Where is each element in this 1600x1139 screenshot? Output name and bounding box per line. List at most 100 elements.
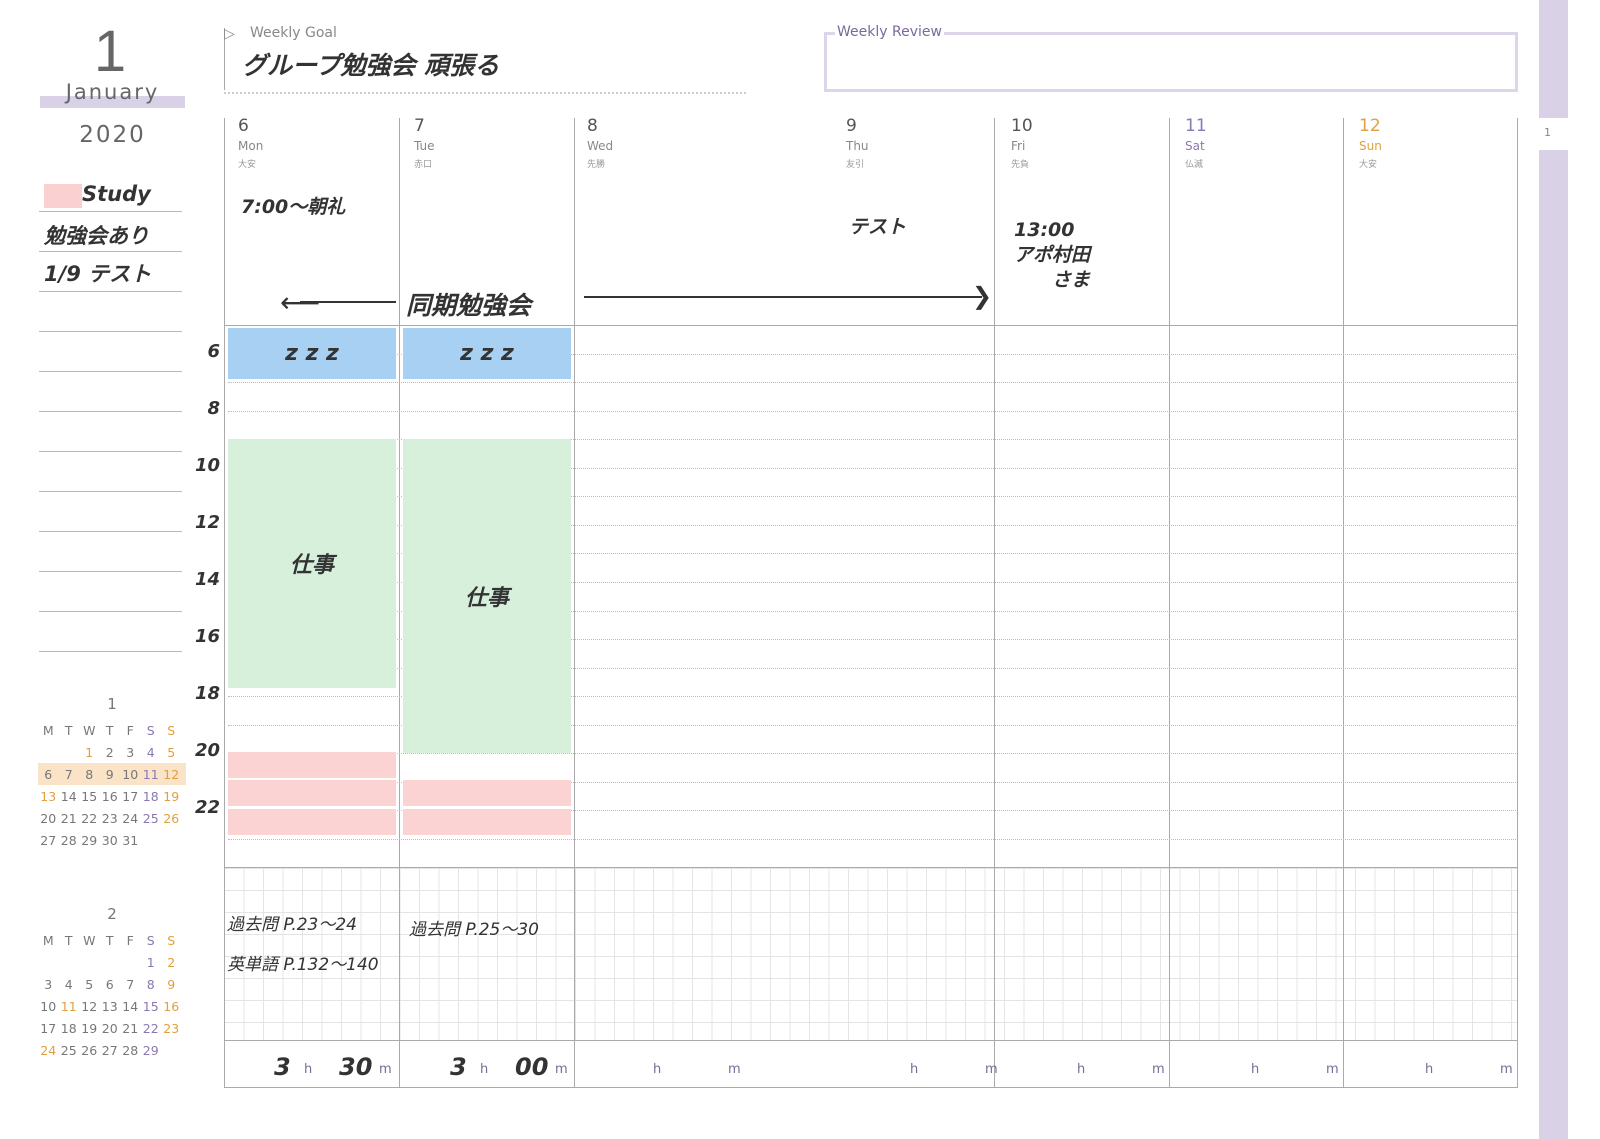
mini-day[interactable]: 23	[161, 1021, 182, 1036]
mini-day[interactable]: 3	[120, 745, 141, 760]
weekly-review-box[interactable]	[824, 32, 1518, 92]
mini-day[interactable]: 14	[120, 999, 141, 1014]
mini-day[interactable]: 5	[79, 977, 100, 992]
week-row[interactable]: 12	[38, 951, 186, 973]
mini-day[interactable]: 23	[100, 811, 121, 826]
mini-day[interactable]: 19	[161, 789, 182, 804]
mini-day[interactable]: 24	[38, 1043, 59, 1058]
mini-day[interactable]: 17	[120, 789, 141, 804]
mini-day[interactable]: 14	[59, 789, 80, 804]
week-row[interactable]: 20 21 22 23 24 25 26	[38, 807, 186, 829]
time-block[interactable]	[228, 808, 396, 835]
mini-day[interactable]: 25	[141, 811, 162, 826]
mini-day[interactable]: 6	[100, 977, 121, 992]
mini-day[interactable]: 7	[120, 977, 141, 992]
mini-day[interactable]: 27	[38, 833, 59, 848]
mini-day[interactable]: 11	[141, 767, 162, 782]
day-header[interactable]: 12 Sun 大安	[1359, 116, 1382, 170]
time-block[interactable]: z z z	[403, 327, 571, 380]
study-minutes[interactable]: 00	[515, 1053, 548, 1081]
mini-day[interactable]: 7	[59, 767, 80, 782]
mini-day[interactable]: 4	[141, 745, 162, 760]
day-header[interactable]: 10 Fri 先負	[1011, 116, 1033, 170]
time-block[interactable]: 仕事	[403, 439, 571, 754]
mini-day[interactable]: 1	[79, 745, 100, 760]
mini-day[interactable]: 10	[38, 999, 59, 1014]
mini-day[interactable]: 16	[161, 999, 182, 1014]
mini-day[interactable]: 28	[120, 1043, 141, 1058]
index-tab[interactable]	[1539, 0, 1568, 118]
week-row[interactable]: 3456789	[38, 973, 186, 995]
time-block[interactable]	[403, 780, 571, 807]
mini-day[interactable]: 9	[161, 977, 182, 992]
span-event[interactable]: 同期勉強会	[406, 286, 531, 322]
day-note[interactable]: 7:00〜朝礼	[241, 195, 345, 220]
weekly-goal-text[interactable]: グループ勉強会 頑張る	[242, 46, 499, 82]
study-note[interactable]: 過去問 P.25〜30	[409, 915, 539, 940]
day-header[interactable]: 6 Mon 大安	[238, 116, 263, 170]
day-header[interactable]: 8 Wed 先勝	[587, 116, 613, 170]
week-row[interactable]: 6 7 8 9 10 11 12	[38, 763, 186, 785]
time-block[interactable]: z z z	[228, 327, 396, 380]
study-note[interactable]: 英単語 P.132〜140	[227, 950, 379, 975]
mini-day[interactable]: 2	[100, 745, 121, 760]
mini-day[interactable]: 29	[141, 1043, 162, 1058]
mini-day[interactable]: 28	[59, 833, 80, 848]
week-row[interactable]: 13 14 15 16 17 18 19	[38, 785, 186, 807]
mini-day[interactable]: 26	[79, 1043, 100, 1058]
mini-day[interactable]: 9	[100, 767, 121, 782]
mini-day[interactable]: 30	[100, 833, 121, 848]
mini-day[interactable]: 12	[79, 999, 100, 1014]
day-header[interactable]: 7 Tue 赤口	[414, 116, 435, 170]
page-tab-number[interactable]: 1	[1544, 126, 1551, 139]
day-note[interactable]: テスト	[849, 215, 906, 240]
week-row[interactable]: 10 11 12 13 14 15 16	[38, 995, 186, 1017]
mini-day[interactable]: 10	[120, 767, 141, 782]
mini-day[interactable]: 18	[59, 1021, 80, 1036]
week-row[interactable]: 17 18 19 20 21 22 23	[38, 1017, 186, 1039]
time-block[interactable]	[228, 780, 396, 807]
week-row[interactable]: 12345	[38, 741, 186, 763]
mini-day[interactable]: 24	[120, 811, 141, 826]
time-block[interactable]	[228, 751, 396, 778]
study-hours[interactable]: 3	[274, 1053, 291, 1081]
mini-day[interactable]: 12	[161, 767, 182, 782]
time-block[interactable]	[403, 808, 571, 835]
study-hours[interactable]: 3	[450, 1053, 467, 1081]
mini-day[interactable]: 4	[59, 977, 80, 992]
week-row[interactable]: 24 25 26 27 28 29	[38, 1039, 186, 1061]
mini-day[interactable]: 17	[38, 1021, 59, 1036]
mini-day[interactable]: 21	[120, 1021, 141, 1036]
mini-day[interactable]: 8	[141, 977, 162, 992]
study-minutes[interactable]: 30	[339, 1053, 372, 1081]
mini-day[interactable]: 1	[141, 955, 162, 970]
memo-item[interactable]: 勉強会あり	[44, 220, 149, 250]
day-header[interactable]: 11 Sat 仏滅	[1185, 116, 1207, 170]
day-header[interactable]: 9 Thu 友引	[846, 116, 869, 170]
mini-day[interactable]: 20	[100, 1021, 121, 1036]
mini-day[interactable]: 13	[38, 789, 59, 804]
mini-day[interactable]: 11	[59, 999, 80, 1014]
mini-day[interactable]: 27	[100, 1043, 121, 1058]
index-tab[interactable]	[1539, 150, 1568, 1139]
memo-item[interactable]: 1/9 テスト	[44, 258, 151, 288]
mini-day[interactable]: 3	[38, 977, 59, 992]
mini-day[interactable]: 31	[120, 833, 141, 848]
mini-day[interactable]: 22	[79, 811, 100, 826]
mini-day[interactable]: 13	[100, 999, 121, 1014]
memo-item[interactable]: Study	[82, 182, 151, 206]
mini-day[interactable]: 26	[161, 811, 182, 826]
mini-day[interactable]: 5	[161, 745, 182, 760]
mini-day[interactable]: 21	[59, 811, 80, 826]
mini-day[interactable]: 20	[38, 811, 59, 826]
day-note[interactable]: 13:00 アポ村田 さま	[1014, 218, 1090, 293]
mini-day[interactable]: 15	[79, 789, 100, 804]
mini-day[interactable]: 19	[79, 1021, 100, 1036]
mini-day[interactable]: 25	[59, 1043, 80, 1058]
week-row[interactable]: 27 28 29 30 31	[38, 829, 186, 851]
mini-day[interactable]: 18	[141, 789, 162, 804]
mini-day[interactable]: 6	[38, 767, 59, 782]
mini-day[interactable]: 16	[100, 789, 121, 804]
mini-day[interactable]: 29	[79, 833, 100, 848]
time-block[interactable]: 仕事	[228, 439, 396, 688]
